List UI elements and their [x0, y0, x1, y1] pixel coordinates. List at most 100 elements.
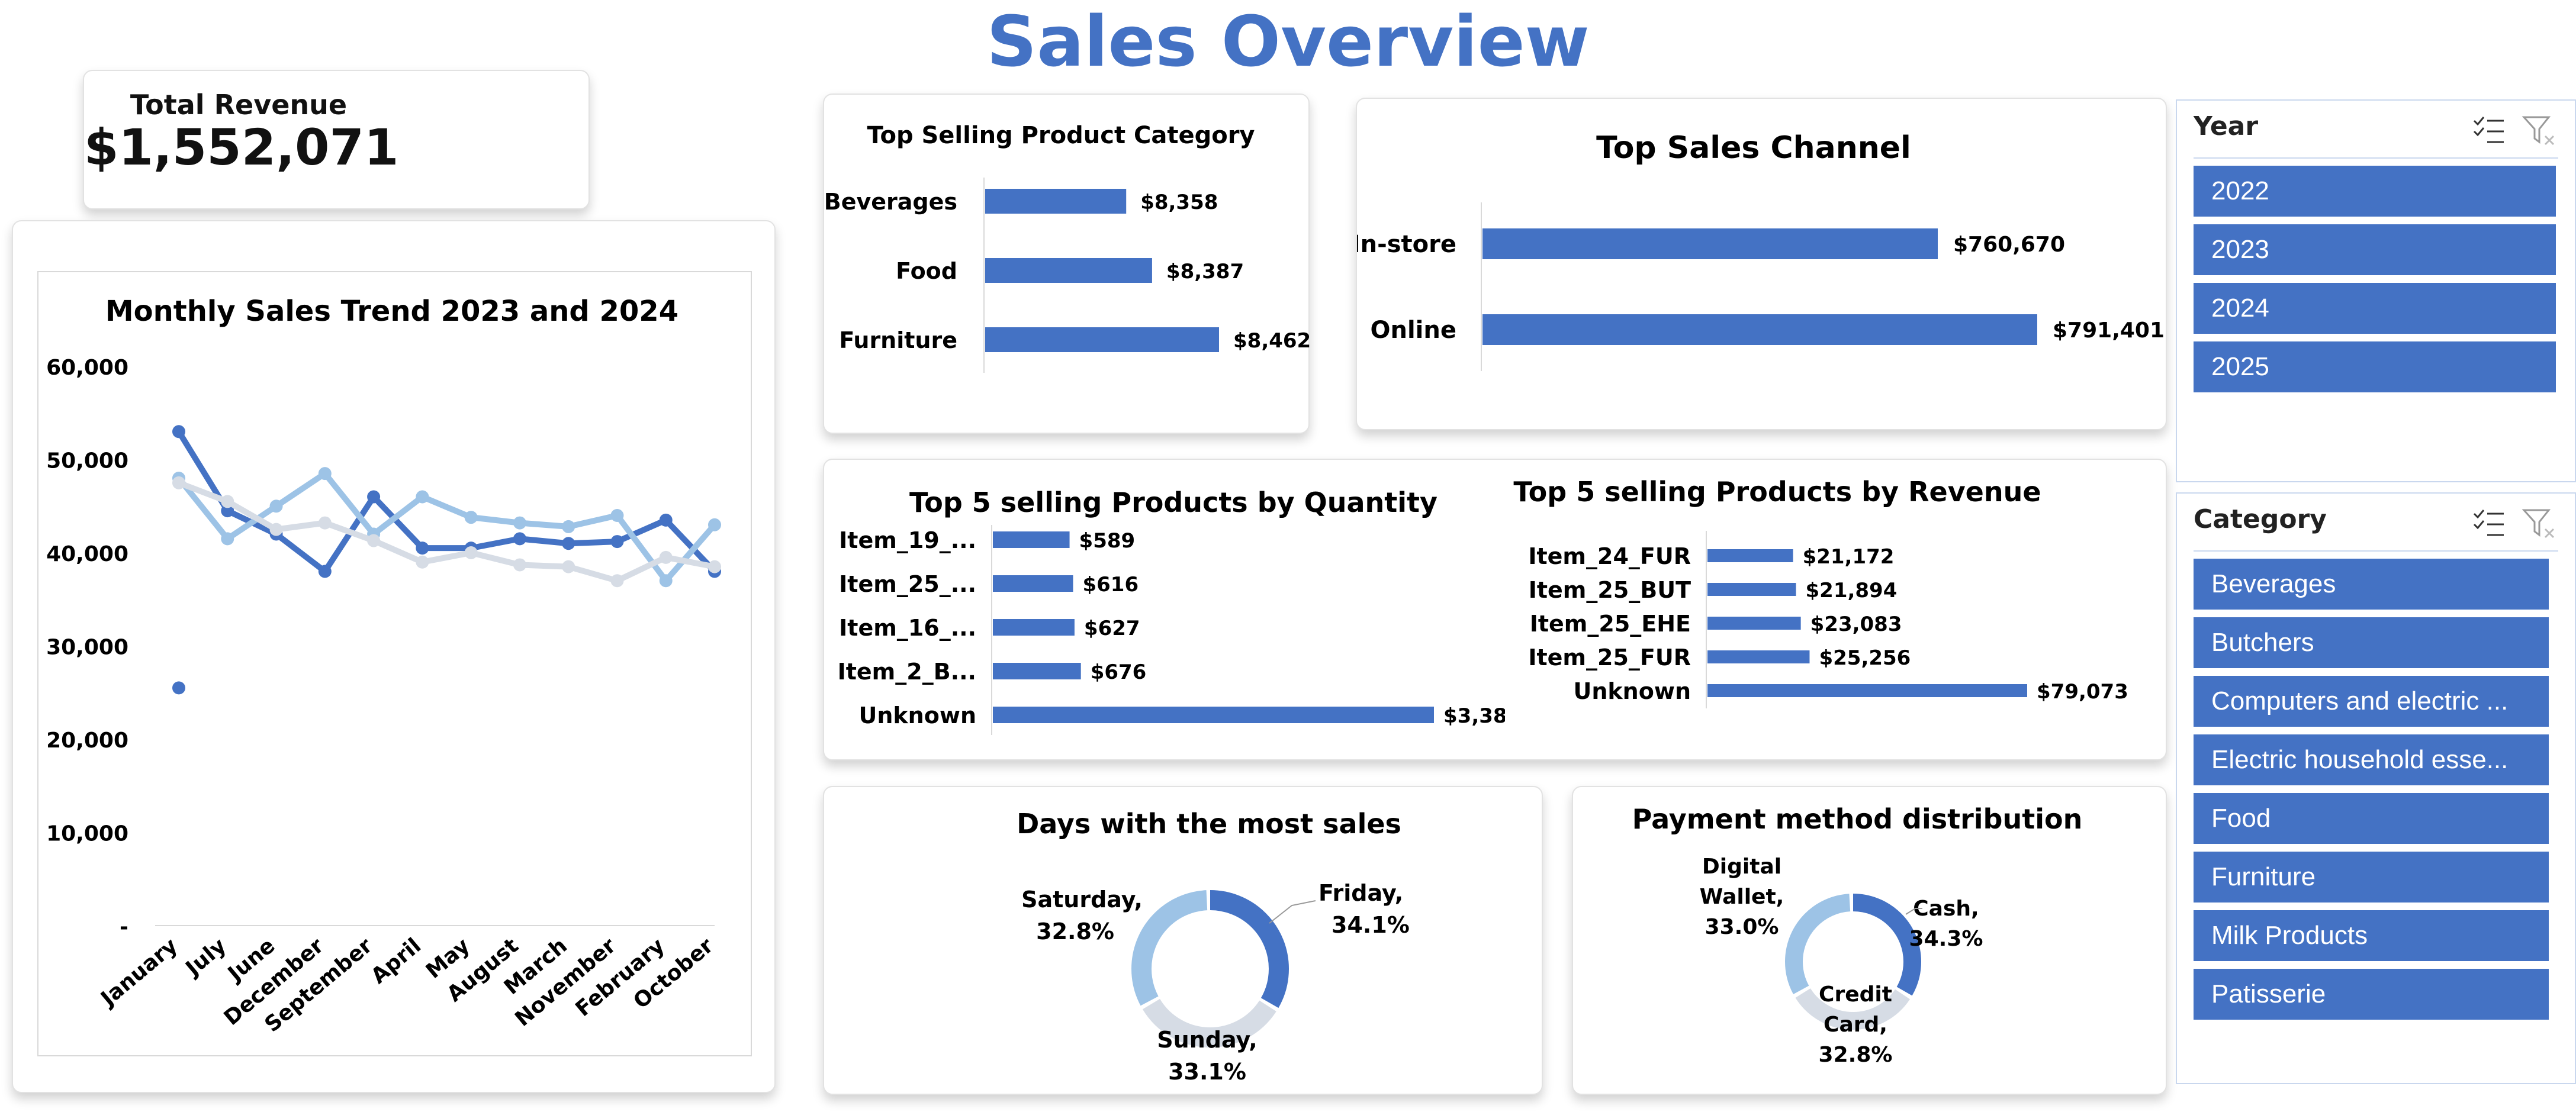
data-point [416, 490, 429, 504]
bar [985, 189, 1127, 214]
data-point [464, 546, 478, 559]
year-slicer-item-0[interactable]: 2022 [2194, 166, 2556, 217]
data-point [513, 516, 526, 530]
category-slicer-item-0[interactable]: Beverages [2194, 559, 2549, 610]
category-slicer-item-5[interactable]: Furniture [2194, 852, 2549, 903]
bar [1482, 314, 2037, 345]
category-label: Beverages [824, 189, 957, 215]
slice-label: Card, [1824, 1013, 1887, 1037]
slice-label: Digital [1702, 855, 1781, 879]
multi-select-icon[interactable] [2471, 112, 2506, 148]
top-products-quantity-chart: Top 5 selling Products by Quantity Item_1… [838, 486, 1505, 735]
data-point [610, 509, 624, 522]
slice-label: Cash, [1913, 897, 1979, 921]
category-label: Item_16_... [839, 615, 976, 641]
data-label: $79,073 [2037, 680, 2128, 704]
bar [993, 707, 1434, 723]
slice-label: Friday, [1318, 880, 1403, 906]
data-point [269, 499, 283, 513]
data-point [367, 490, 381, 504]
kpi-label: Total Revenue [130, 89, 348, 121]
slice-percent: 32.8% [1036, 918, 1114, 945]
bar [1707, 549, 1793, 562]
payment-method-chart: Payment method distribution Cash, 34.3% Cre… [1632, 803, 2083, 1067]
y-tick-label: 10,000 [46, 822, 128, 846]
year-slicer-title: Year [2194, 111, 2259, 141]
year-slicer-item-3[interactable]: 2025 [2194, 341, 2556, 392]
bar [985, 258, 1152, 283]
slice-percent: 34.1% [1332, 912, 1410, 938]
data-label: $589 [1079, 529, 1136, 553]
slice-label: 34.3% [1909, 927, 1983, 951]
top-category-chart: Top Selling Product Category Beverages $8,… [824, 122, 1311, 373]
data-point [318, 516, 332, 530]
data-point [416, 542, 429, 555]
data-label: $676 [1091, 660, 1147, 684]
data-point [318, 565, 332, 578]
clear-filter-icon[interactable] [2522, 505, 2557, 541]
series-line [176, 430, 717, 575]
category-slicer-item-7[interactable]: Patisserie [2194, 969, 2549, 1020]
bar [1707, 684, 2027, 697]
data-point [708, 560, 721, 573]
x-tick-label: July [180, 933, 231, 981]
category-slicer-item-3[interactable]: Electric household esse... [2194, 734, 2549, 785]
data-label: $8,387 [1166, 260, 1244, 283]
category-slicer: Category Beverages Butchers Computers and … [2176, 492, 2576, 1084]
data-point [562, 520, 575, 533]
category-slicer-item-4[interactable]: Food [2194, 793, 2549, 844]
data-point [172, 425, 185, 439]
data-point [610, 535, 624, 549]
leader-line [1269, 900, 1316, 924]
plot-frame [37, 271, 752, 1056]
data-point [269, 523, 283, 536]
category-slicer-title: Category [2194, 504, 2327, 534]
slice-label: Saturday, [1021, 887, 1143, 913]
data-point [659, 550, 673, 564]
multi-select-icon[interactable] [2471, 505, 2506, 541]
chart-title: Top Selling Product Category [867, 122, 1255, 149]
data-label: $8,462 [1233, 329, 1311, 353]
data-label: $3,387 [1443, 704, 1505, 728]
y-tick-label: 60,000 [46, 356, 128, 380]
top-channel-card: Top Sales Channel In-store $760,670 Online $… [1356, 98, 2167, 430]
category-label: Item_2_B... [838, 659, 976, 685]
data-point [318, 467, 332, 481]
data-point [659, 513, 673, 527]
slice-percent: 33.1% [1168, 1059, 1246, 1085]
bar [993, 663, 1081, 679]
x-tick-label: April [366, 933, 426, 988]
clear-filter-icon[interactable] [2522, 112, 2557, 148]
bar [1707, 650, 1810, 663]
bar [993, 619, 1075, 636]
data-point [513, 532, 526, 546]
top-category-card: Top Selling Product Category Beverages $8,… [823, 94, 1311, 434]
category-slicer-item-1[interactable]: Butchers [2194, 617, 2549, 668]
bar [1482, 228, 1938, 259]
monthly-trend-card: Monthly Sales Trend 2023 and 2024 60,000 5… [12, 220, 776, 1093]
category-label: Item_24_FUR [1528, 543, 1691, 569]
chart-title: Top Sales Channel [1596, 130, 1911, 166]
category-slicer-item-6[interactable]: Milk Products [2194, 910, 2549, 961]
year-slicer-item-2[interactable]: 2024 [2194, 283, 2556, 334]
data-point [221, 495, 234, 508]
top-products-card: Top 5 selling Products by Quantity Item_1… [823, 459, 2167, 760]
x-tick-label: January [95, 933, 182, 1012]
slice-label: Sunday, [1157, 1027, 1257, 1053]
category-label: Food [896, 258, 957, 284]
category-slicer-item-2[interactable]: Computers and electric ... [2194, 676, 2549, 727]
slice-label: Wallet, [1700, 885, 1784, 909]
payment-method-card: Payment method distribution Cash, 34.3% Cre… [1572, 786, 2167, 1095]
data-label: $21,172 [1803, 545, 1895, 569]
year-slicer-item-1[interactable]: 2023 [2194, 224, 2556, 275]
data-point [172, 681, 185, 695]
monthly-sales-chart: Monthly Sales Trend 2023 and 2024 60,000 5… [37, 271, 752, 1056]
bar [993, 575, 1073, 592]
category-label: In-store [1357, 231, 1456, 258]
category-label: Furniture [839, 327, 957, 353]
data-point [562, 560, 575, 573]
y-tick-label: 30,000 [46, 636, 128, 660]
data-point [708, 518, 721, 531]
kpi-value: $1,552,071 [84, 118, 399, 176]
total-revenue-card: Total Revenue $1,552,071 [83, 70, 590, 209]
